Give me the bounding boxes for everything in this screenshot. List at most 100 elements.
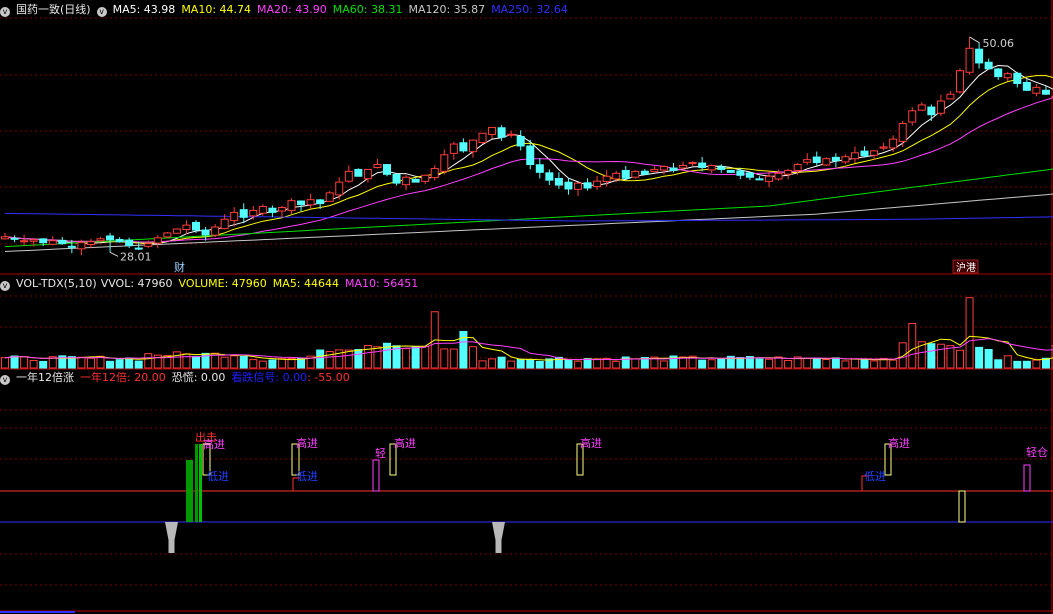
candle-body bbox=[230, 211, 239, 222]
candle-body bbox=[86, 241, 95, 246]
high-entry-label: 高进 bbox=[203, 437, 225, 451]
candle-body bbox=[325, 192, 334, 202]
volume-bar bbox=[297, 357, 306, 369]
candle-body bbox=[258, 206, 267, 214]
vvol-value: VVOL: 47960 bbox=[100, 277, 173, 290]
candle-body bbox=[898, 123, 907, 142]
ma5-value: MA5: 43.98 bbox=[112, 3, 176, 16]
vol-ma5-value: MA5: 44644 bbox=[272, 277, 340, 290]
candle-body bbox=[58, 239, 67, 245]
candle-body bbox=[220, 218, 229, 230]
candle-body bbox=[468, 139, 477, 153]
candle-body bbox=[211, 226, 220, 236]
candle-body bbox=[812, 156, 821, 164]
candle-body bbox=[1041, 89, 1050, 95]
candle-body bbox=[1032, 86, 1041, 94]
high-entry-label: 高进 bbox=[580, 436, 602, 450]
high-entry-label: 高进 bbox=[888, 436, 910, 450]
volume-bar bbox=[459, 330, 468, 369]
candle-body bbox=[602, 175, 611, 182]
kline-chart[interactable]: 出击高进低进高进低进轻高进 高进 高进低进轻仓 50.0628.01财 沪港 bbox=[0, 0, 1053, 614]
light-position-label: 轻仓 bbox=[1026, 445, 1048, 459]
candle-body bbox=[411, 178, 420, 183]
volume-bar bbox=[344, 349, 353, 369]
candle-body bbox=[936, 100, 945, 114]
candle-body bbox=[29, 239, 38, 242]
volume-bar bbox=[593, 358, 602, 369]
indicator-value-3: 看跌信号: 0.00 bbox=[231, 371, 308, 384]
candle-body bbox=[860, 150, 869, 157]
volume-bar bbox=[870, 360, 879, 369]
candle-body bbox=[879, 146, 888, 149]
collapse-icon[interactable]: v bbox=[0, 375, 10, 385]
candle-body bbox=[631, 170, 640, 178]
candle-body bbox=[402, 176, 411, 186]
volume-bar bbox=[478, 360, 487, 369]
volume-bar bbox=[468, 346, 477, 369]
high-entry-label: 高进 bbox=[296, 436, 318, 450]
candle-body bbox=[297, 200, 306, 206]
ma250-value: MA250: 32.64 bbox=[491, 3, 568, 16]
volume-bar bbox=[373, 346, 382, 369]
candle-body bbox=[889, 138, 898, 149]
candle-body bbox=[831, 156, 840, 162]
indicator-title[interactable]: 一年12倍涨 bbox=[16, 371, 74, 384]
volume-bar bbox=[927, 343, 936, 369]
volume-bar bbox=[497, 356, 506, 369]
candle-body bbox=[717, 166, 726, 170]
volume-bar bbox=[841, 360, 850, 369]
candle-body bbox=[67, 245, 76, 248]
volume-bar bbox=[1003, 355, 1012, 369]
volume-bar bbox=[220, 356, 229, 369]
vol-title[interactable]: VOL-TDX(5,10) bbox=[16, 277, 97, 290]
volume-bar bbox=[239, 356, 248, 369]
low-entry-label: 低进 bbox=[864, 470, 886, 483]
candle-body bbox=[612, 172, 621, 180]
volume-bar bbox=[77, 356, 86, 369]
volume-bar bbox=[249, 359, 258, 369]
candle-body bbox=[917, 104, 926, 111]
volume-bar bbox=[402, 348, 411, 369]
candle-body bbox=[774, 172, 783, 180]
volume-bar bbox=[182, 353, 191, 369]
candle-body bbox=[163, 232, 172, 238]
volume-bar bbox=[784, 359, 793, 369]
candle-body bbox=[1013, 72, 1022, 84]
candle-body bbox=[316, 199, 325, 205]
candle-body bbox=[850, 152, 859, 160]
candle-body bbox=[1022, 82, 1031, 91]
volume-bar bbox=[936, 343, 945, 369]
indicator-value-4: : -55.00 bbox=[307, 371, 350, 384]
low-entry-label: 低进 bbox=[207, 470, 229, 483]
candle-body bbox=[421, 174, 430, 182]
volume-bar bbox=[984, 348, 993, 369]
volume-bar bbox=[192, 355, 200, 369]
volume-bar bbox=[268, 359, 277, 369]
candle-body bbox=[841, 156, 850, 163]
candle-body bbox=[172, 228, 181, 234]
stock-title[interactable]: 国药一致(日线) bbox=[16, 3, 91, 16]
collapse-icon[interactable]: v bbox=[96, 7, 107, 17]
candle-body bbox=[698, 162, 707, 168]
candle-body bbox=[344, 170, 353, 182]
candle-body bbox=[96, 238, 105, 242]
candle-body bbox=[39, 238, 48, 244]
candle-body bbox=[564, 181, 573, 190]
candle-body bbox=[927, 106, 936, 116]
candle-body bbox=[287, 200, 296, 211]
candle-body bbox=[182, 224, 191, 231]
candle-body bbox=[707, 165, 716, 171]
volume-bar bbox=[1, 357, 9, 369]
volume-bar bbox=[277, 358, 286, 369]
candle-body bbox=[115, 238, 124, 243]
collapse-icon[interactable]: v bbox=[0, 7, 10, 17]
volume-bar bbox=[134, 360, 143, 369]
volume-bar bbox=[946, 345, 955, 369]
main-header: v 国药一致(日线) v MA5: 43.98 MA10: 44.74 MA20: 43.… bbox=[0, 2, 574, 18]
volume-bar bbox=[898, 342, 907, 369]
candle-body bbox=[440, 154, 449, 172]
collapse-icon[interactable]: v bbox=[0, 281, 10, 291]
volume-bar bbox=[889, 359, 898, 369]
candle-body bbox=[383, 164, 391, 175]
volume-bar bbox=[354, 349, 363, 369]
